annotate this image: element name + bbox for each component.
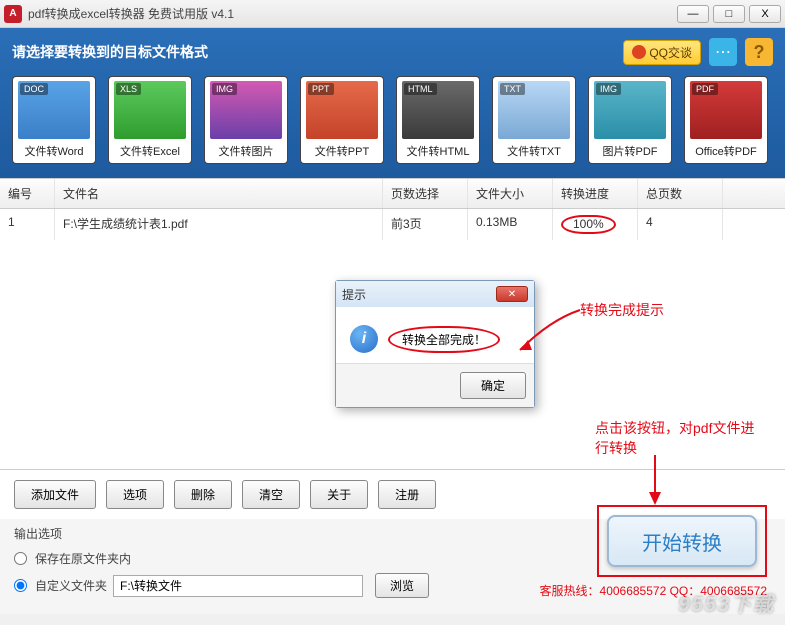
message-dialog: 提示 ✕ i 转换全部完成！ 确定 (335, 280, 535, 408)
format-excel[interactable]: XLS文件转Excel (108, 76, 192, 164)
dialog-titlebar: 提示 ✕ (336, 281, 534, 307)
info-icon: i (350, 325, 378, 353)
format-txt[interactable]: TXT文件转TXT (492, 76, 576, 164)
annotation-click: 点击该按钮，对pdf文件进行转换 (595, 418, 765, 458)
radio-same-folder[interactable] (14, 552, 27, 565)
radio-same-label: 保存在原文件夹内 (35, 550, 131, 567)
table-row[interactable]: 1 F:\学生成绩统计表1.pdf 前3页 0.13MB 100% 4 (0, 209, 785, 240)
dialog-title: 提示 (342, 286, 496, 303)
dialog-ok-button[interactable]: 确定 (460, 372, 526, 399)
title-bar: A pdf转换成excel转换器 免费试用版 v4.1 — □ X (0, 0, 785, 28)
qq-label: QQ交谈 (649, 44, 692, 61)
format-img2pdf[interactable]: IMG图片转PDF (588, 76, 672, 164)
col-total: 总页数 (638, 179, 723, 208)
chat-button[interactable]: ⋯ (709, 38, 737, 66)
clear-button[interactable]: 清空 (242, 480, 300, 509)
format-office2pdf[interactable]: PDFOffice转PDF (684, 76, 768, 164)
output-path-input[interactable] (113, 575, 363, 597)
col-name: 文件名 (55, 179, 383, 208)
about-button[interactable]: 关于 (310, 480, 368, 509)
watermark: 9553下载 (679, 588, 776, 617)
radio-custom-label: 自定义文件夹 (35, 577, 107, 594)
format-html[interactable]: HTML文件转HTML (396, 76, 480, 164)
maximize-button[interactable]: □ (713, 5, 745, 23)
add-file-button[interactable]: 添加文件 (14, 480, 96, 509)
header-title: 请选择要转换到的目标文件格式 (12, 42, 623, 62)
browse-button[interactable]: 浏览 (375, 573, 429, 598)
radio-custom-folder[interactable] (14, 579, 27, 592)
minimize-button[interactable]: — (677, 5, 709, 23)
annotation-complete: 转换完成提示 (580, 300, 664, 320)
format-grid: DOC文件转Word XLS文件转Excel IMG文件转图片 PPT文件转PP… (12, 76, 773, 164)
header: 请选择要转换到的目标文件格式 QQ交谈 ⋯ ? DOC文件转Word XLS文件… (0, 28, 785, 178)
dialog-message: 转换全部完成！ (388, 326, 500, 353)
format-word[interactable]: DOC文件转Word (12, 76, 96, 164)
close-button[interactable]: X (749, 5, 781, 23)
format-ppt[interactable]: PPT文件转PPT (300, 76, 384, 164)
col-num: 编号 (0, 179, 55, 208)
format-image[interactable]: IMG文件转图片 (204, 76, 288, 164)
dialog-close-button[interactable]: ✕ (496, 286, 528, 302)
chat-icon: ⋯ (715, 42, 731, 62)
table-header: 编号 文件名 页数选择 文件大小 转换进度 总页数 (0, 179, 785, 209)
qq-chat-button[interactable]: QQ交谈 (623, 40, 701, 65)
col-progress: 转换进度 (553, 179, 638, 208)
app-icon: A (4, 5, 22, 23)
options-button[interactable]: 选项 (106, 480, 164, 509)
col-pages: 页数选择 (383, 179, 468, 208)
help-button[interactable]: ? (745, 38, 773, 66)
col-size: 文件大小 (468, 179, 553, 208)
qq-icon (632, 45, 646, 59)
start-highlight-frame (597, 505, 767, 577)
window-title: pdf转换成excel转换器 免费试用版 v4.1 (28, 5, 677, 22)
register-button[interactable]: 注册 (378, 480, 436, 509)
progress-cell: 100% (553, 209, 638, 240)
delete-button[interactable]: 删除 (174, 480, 232, 509)
